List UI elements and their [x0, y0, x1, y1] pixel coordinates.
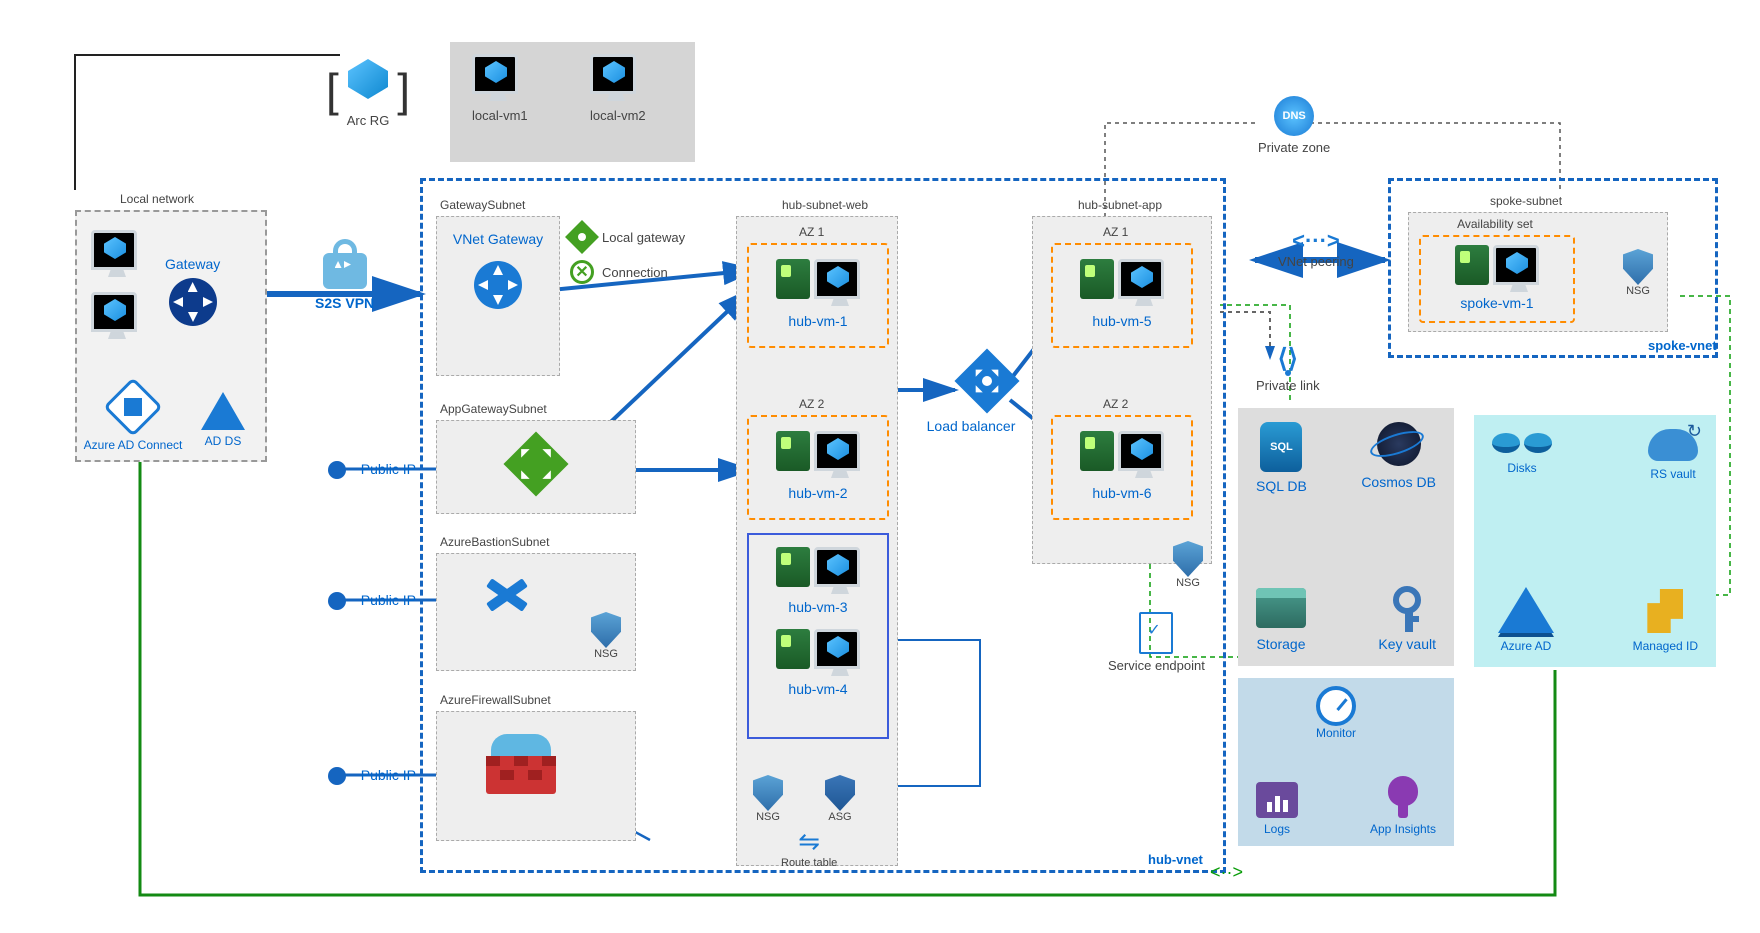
app-subnet-box: AZ 1 hub-vm-5 AZ 2 hub-vm-6 NSG [1032, 216, 1212, 564]
hub-vnet-label: hub-vnet [1148, 852, 1203, 867]
hub-vm-1-box: hub-vm-1 [747, 243, 889, 348]
local-vm1-label: local-vm1 [472, 108, 528, 123]
hub-vm-5-box: hub-vm-5 [1051, 243, 1193, 348]
connection-legend: ✕ Connection [570, 260, 668, 284]
local-vm2-label: local-vm2 [590, 108, 646, 123]
ad-connect-icon: Azure AD Connect [83, 386, 183, 452]
local-gateway-legend: Local gateway [570, 225, 685, 249]
arc-rg-label: Arc RG [340, 113, 396, 128]
app-insights-icon: App Insights [1370, 776, 1436, 836]
spoke-vm-1-box: spoke-vm-1 [1419, 235, 1575, 323]
s2s-vpn-icon: S2S VPN [315, 253, 374, 311]
spoke-subnet-label: spoke-subnet [1490, 194, 1562, 208]
local-network-title: Local network [120, 192, 194, 206]
cosmos-db-icon: Cosmos DB [1361, 422, 1436, 490]
gateway-subnet-box: VNet Gateway [436, 216, 560, 376]
arc-rg-icon: [ ] Arc RG [340, 55, 396, 128]
web-subnet-box: AZ 1 hub-vm-1 AZ 2 hub-vm-2 hub-vm-3 hub… [736, 216, 898, 866]
app-subnet-label: hub-subnet-app [1060, 198, 1180, 212]
storage-icon: Storage [1256, 588, 1306, 652]
backup-box: Disks ↻ RS vault Azure AD Managed ID [1474, 415, 1716, 667]
load-balancer-icon: Load balancer [948, 358, 1026, 434]
appgw-subnet-label: AppGatewaySubnet [440, 402, 547, 416]
disks-icon: Disks [1492, 433, 1552, 475]
private-link-icon: ⟨⟩ Private link [1256, 348, 1320, 393]
hub-vm-2-box: hub-vm-2 [747, 415, 889, 520]
service-endpoint-icon: ✓ Service endpoint [1108, 612, 1205, 673]
managed-id-icon: Managed ID [1633, 589, 1698, 653]
sql-db-icon: SQL SQL DB [1256, 422, 1307, 494]
services-box: SQL SQL DB Cosmos DB Storage Key vault [1238, 408, 1454, 666]
key-vault-icon: Key vault [1378, 586, 1436, 652]
vnet-peer-icon: <··> [1210, 862, 1243, 883]
local-gateway-icon: Gateway [165, 256, 220, 332]
spoke-subnet-box: Availability set spoke-vm-1 NSG [1408, 212, 1668, 332]
spoke-vnet-label: spoke-vnet [1648, 338, 1717, 353]
bastion-subnet-label: AzureBastionSubnet [440, 535, 549, 549]
monitor-box: Monitor Logs App Insights [1238, 678, 1454, 846]
bastion-subnet-box: NSG [436, 553, 636, 671]
vm34-box: hub-vm-3 hub-vm-4 [747, 533, 889, 739]
web-subnet-label: hub-subnet-web [765, 198, 885, 212]
firewall-subnet-label: AzureFirewallSubnet [440, 693, 551, 707]
vnet-peering-icon: <···> VNet peering [1278, 228, 1354, 269]
route-table-label: Route table [781, 857, 837, 869]
local-vms-box: local-vm1 local-vm2 [450, 42, 695, 162]
azure-ad-icon: Azure AD [1498, 587, 1554, 653]
local-network-box: Gateway Azure AD Connect AD DS [75, 210, 267, 462]
dns-icon: DNS Private zone [1258, 96, 1330, 155]
appgw-subnet-box [436, 420, 636, 514]
monitor-icon: Monitor [1316, 686, 1356, 740]
firewall-subnet-box [436, 711, 636, 841]
logs-icon: Logs [1256, 782, 1298, 836]
rs-vault-icon: ↻ RS vault [1648, 429, 1698, 481]
hub-vm-6-box: hub-vm-6 [1051, 415, 1193, 520]
gateway-subnet-label: GatewaySubnet [440, 198, 525, 212]
ad-ds-icon: AD DS [201, 392, 245, 448]
